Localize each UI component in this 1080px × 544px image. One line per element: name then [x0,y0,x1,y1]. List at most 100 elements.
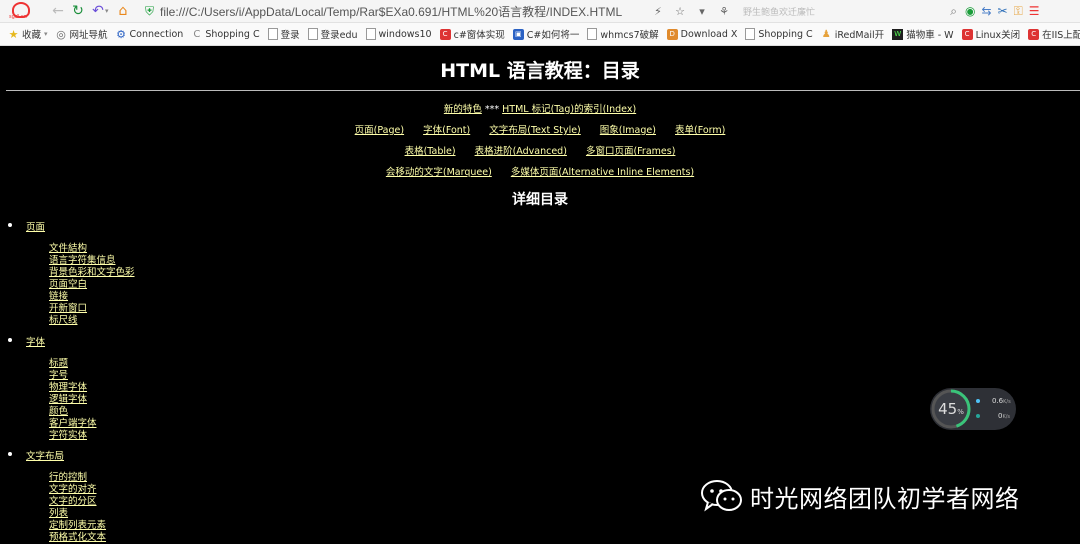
paw-icon[interactable]: ⚘ [717,5,731,18]
section-link-page[interactable]: 页面 [26,219,45,233]
link-image[interactable]: 图象(Image) [600,125,656,136]
toc-link[interactable]: 文字的对齐 [49,484,97,495]
chevron-down-icon[interactable]: ▾ [695,5,709,18]
browser-toolbar: sgdl.cn ← ↻ ↶ ▾ ⌂ ⛨ file:///C:/Users/i/A… [0,0,1080,23]
search-box[interactable]: 野生鲍鱼欢迁廉忙 ⌕ [739,2,957,20]
lightning-icon[interactable]: ⚡ [651,5,665,18]
toc-link[interactable]: 标尺线 [49,315,78,326]
toc-link[interactable]: 语言字符集信息 [49,255,116,266]
list-item: 物理字体 [49,382,97,394]
star-icon[interactable]: ☆ [673,5,687,18]
bookmark-item[interactable]: 登录 [267,27,300,41]
toc-link[interactable]: 行的控制 [49,472,87,483]
browser-logo[interactable]: sgdl.cn [6,1,36,21]
bookmark-item[interactable]: ⚙ Connection [116,29,183,40]
bookmark-item[interactable]: C Linux关闭 [961,27,1020,41]
list-item: 列表 [49,508,106,520]
link-table[interactable]: 表格(Table) [405,146,456,157]
bookmark-favorites[interactable]: ★ 收藏 ▾ [8,27,48,42]
bookmark-item[interactable]: Shopping C [745,28,813,40]
csdn-icon: C [1028,28,1040,40]
home-icon[interactable]: ⌂ [113,3,133,19]
refresh-icon[interactable]: ↻ [68,3,88,19]
toc-link[interactable]: 背景色彩和文字色彩 [49,267,135,278]
page-icon [307,28,318,40]
bookmark-item[interactable]: ♟ iRedMail开 [821,27,884,42]
toc-link[interactable]: 标题 [49,358,68,369]
bookmark-item[interactable]: W 猫物車 - W [892,27,954,41]
bookmark-item[interactable]: windows10 [365,28,432,40]
bookmark-item[interactable]: C Shopping C [191,29,259,40]
page-icon [365,28,376,40]
search-icon[interactable]: ⌕ [950,4,957,19]
list-item: 标题 [49,358,97,370]
bullet-icon [8,223,12,227]
secure-shield-icon: ⛨ [145,3,155,18]
list-item: 行的控制 [49,472,106,484]
bookmark-item[interactable]: ◎ 网址导航 [56,27,107,42]
list-item: 文字的分区 [49,496,106,508]
toc-link[interactable]: 字符实体 [49,430,87,441]
link-tag-index[interactable]: HTML 标记(Tag)的索引(Index) [502,104,636,115]
list-item: 文件結构 [49,243,135,255]
bookmark-item[interactable]: C 在IIS上配 [1028,27,1080,41]
toc-link[interactable]: 物理字体 [49,382,87,393]
star-icon: ★ [8,27,19,41]
bookmark-item[interactable]: 登录edu [307,27,358,41]
toc-section-font: 字体 标题 字号 物理字体 逻辑字体 颜色 客户端字体 字符实体 [8,334,97,442]
watermark: 时光网络团队初学者网络 [700,476,1020,516]
toc-section: 页面 文件結构 语言字符集信息 背景色彩和文字色彩 页面空白 链接 开新窗口 标… [8,219,135,327]
toc-link[interactable]: 字号 [49,370,68,381]
chevron-down-icon[interactable]: ▾ [105,7,113,15]
toc-link[interactable]: 预格式化文本 [49,532,106,543]
url-text[interactable]: file:///C:/Users/i/AppData/Local/Temp/Ra… [160,3,622,20]
wechat-icon [701,480,742,512]
divider [6,90,1080,91]
list-item: 开新窗口 [49,303,135,315]
section-link-text-style[interactable]: 文字布局 [26,448,64,462]
toc-link[interactable]: 颜色 [49,406,68,417]
toc-section-page: 页面 文件結构 语言字符集信息 背景色彩和文字色彩 页面空白 链接 开新窗口 标… [8,219,135,327]
link-table-advanced[interactable]: 表格进阶(Advanced) [475,146,567,157]
key-icon[interactable]: ⚿ [1014,4,1023,19]
toc-link[interactable]: 文字的分区 [49,496,97,507]
toc-link[interactable]: 开新窗口 [49,303,87,314]
nav-row-features: 新的特色 *** HTML 标记(Tag)的索引(Index) [443,104,637,115]
person-icon: ♟ [821,28,831,40]
toc-link[interactable]: 定制列表元素 [49,520,106,531]
link-frames[interactable]: 多窗口页面(Frames) [586,146,675,157]
link-font[interactable]: 字体(Font) [423,125,470,136]
back-icon[interactable]: ← [48,3,68,19]
toc-link[interactable]: 列表 [49,508,68,519]
address-bar[interactable]: ⛨ file:///C:/Users/i/AppData/Local/Temp/… [145,3,645,20]
list-item: 字号 [49,370,97,382]
link-new-features[interactable]: 新的特色 [444,104,482,115]
list-item: 客户端字体 [49,418,97,430]
toc-link[interactable]: 页面空白 [49,279,87,290]
list-item: 定制列表元素 [49,520,106,532]
sync-icon[interactable]: ⇆ [981,4,991,19]
link-marquee[interactable]: 会移动的文字(Marquee) [386,167,492,178]
bookmark-item[interactable]: whmcs7破解 [587,27,659,41]
toc-link[interactable]: 客户端字体 [49,418,97,429]
toc-link[interactable]: 逻辑字体 [49,394,87,405]
bullet-icon [8,338,12,342]
link-text-style[interactable]: 文字布局(Text Style) [489,125,581,136]
section-link-font[interactable]: 字体 [26,334,45,348]
nav-row-2: 表格(Table) 表格进阶(Advanced) 多窗口页面(Frames) [0,143,1080,157]
download-rate: 0K/s [976,412,1010,420]
toc-link[interactable]: 文件結构 [49,243,87,254]
bookmarks-bar: ★ 收藏 ▾ ◎ 网址导航 ⚙ Connection C Shopping C 登录 登录… [0,23,1080,46]
menu-icon[interactable]: ☰ [1029,4,1040,19]
link-page[interactable]: 页面(Page) [355,125,404,136]
link-form[interactable]: 表单(Form) [675,125,725,136]
network-speed-widget[interactable]: 45% 0.6K/s 0K/s [930,388,1016,430]
scissors-icon[interactable]: ✂ [998,4,1008,19]
toc-link[interactable]: 链接 [49,291,68,302]
bookmark-item[interactable]: D Download X [666,28,737,40]
link-multimedia[interactable]: 多媒体页面(Alternative Inline Elements) [511,167,694,178]
shield-icon[interactable]: ◉ [965,4,975,19]
search-input[interactable]: 野生鲍鱼欢迁廉忙 [743,5,815,18]
bookmark-item[interactable]: Cc#窗体实现 [439,27,505,41]
bookmark-item[interactable]: ▣ C#如何将一 [512,27,579,41]
